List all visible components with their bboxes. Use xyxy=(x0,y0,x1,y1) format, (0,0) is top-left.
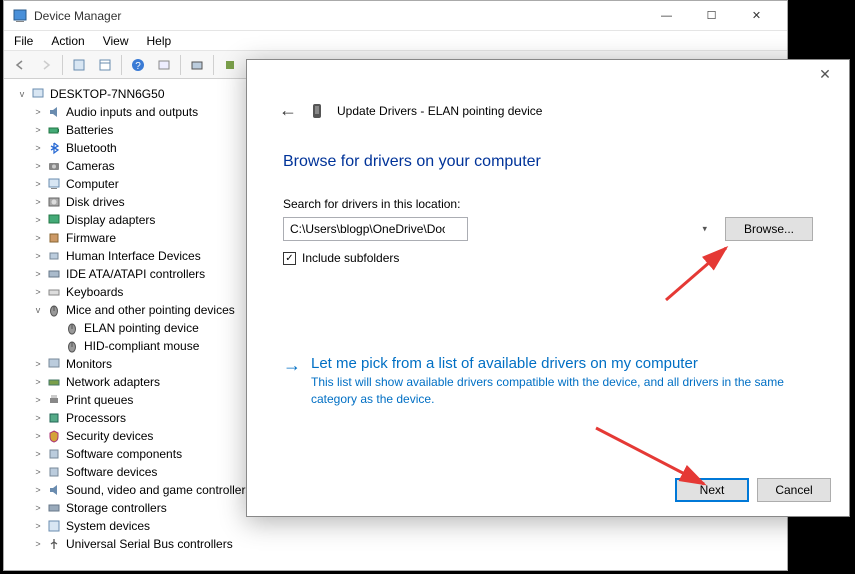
help-icon[interactable]: ? xyxy=(126,54,150,76)
include-subfolders-label: Include subfolders xyxy=(302,251,399,265)
expander-icon[interactable]: > xyxy=(32,430,44,442)
expander-icon[interactable]: > xyxy=(32,160,44,172)
device-category-icon xyxy=(46,176,62,192)
maximize-button[interactable]: ☐ xyxy=(689,2,734,30)
expander-icon[interactable]: v xyxy=(32,304,44,316)
dialog-close-icon[interactable]: ✕ xyxy=(811,66,839,86)
scan-icon[interactable] xyxy=(185,54,209,76)
expander-icon[interactable]: > xyxy=(32,484,44,496)
minimize-button[interactable]: — xyxy=(644,2,689,30)
expander-icon[interactable]: > xyxy=(32,466,44,478)
expander-icon[interactable]: v xyxy=(16,88,28,100)
expander-icon[interactable]: > xyxy=(32,376,44,388)
pick-from-list-link[interactable]: → Let me pick from a list of available d… xyxy=(247,265,849,408)
expander-icon[interactable]: > xyxy=(32,394,44,406)
device-category-icon xyxy=(46,122,62,138)
toolbar-icon[interactable] xyxy=(67,54,91,76)
dropdown-icon[interactable]: ▾ xyxy=(702,224,707,235)
menu-help[interactable]: Help xyxy=(141,32,178,50)
expander-icon[interactable]: > xyxy=(32,178,44,190)
cancel-button[interactable]: Cancel xyxy=(757,478,831,502)
include-subfolders-checkbox[interactable]: ✓ xyxy=(283,252,296,265)
titlebar[interactable]: Device Manager — ☐ ✕ xyxy=(4,1,787,31)
device-category-icon xyxy=(46,212,62,228)
device-category-icon xyxy=(46,410,62,426)
device-category-icon xyxy=(46,464,62,480)
device-category-icon xyxy=(46,230,62,246)
computer-icon xyxy=(30,86,46,102)
menu-file[interactable]: File xyxy=(8,32,39,50)
device-category-icon xyxy=(46,194,62,210)
back-arrow-icon[interactable]: ← xyxy=(279,100,297,121)
app-icon xyxy=(12,8,28,24)
expander-icon[interactable]: > xyxy=(32,286,44,298)
expander-icon[interactable]: > xyxy=(32,520,44,532)
expander-icon[interactable]: > xyxy=(32,502,44,514)
device-icon xyxy=(64,320,80,336)
device-category-icon xyxy=(46,482,62,498)
forward-icon[interactable] xyxy=(34,54,58,76)
expander-icon[interactable]: > xyxy=(32,358,44,370)
expander-icon[interactable]: > xyxy=(32,124,44,136)
expander-icon[interactable]: > xyxy=(32,196,44,208)
device-category-icon xyxy=(46,446,62,462)
expander-icon[interactable]: > xyxy=(32,142,44,154)
device-category-icon xyxy=(46,392,62,408)
device-category-icon xyxy=(46,140,62,156)
arrow-right-icon: → xyxy=(283,356,301,408)
device-category-icon xyxy=(46,266,62,282)
svg-text:?: ? xyxy=(135,61,141,72)
menubar: File Action View Help xyxy=(4,31,787,51)
expander-icon[interactable]: > xyxy=(32,214,44,226)
menu-view[interactable]: View xyxy=(97,32,135,50)
back-icon[interactable] xyxy=(8,54,32,76)
dialog-heading: Browse for drivers on your computer xyxy=(247,121,849,171)
update-icon[interactable] xyxy=(218,54,242,76)
toolbar-icon[interactable] xyxy=(93,54,117,76)
expander-icon[interactable]: > xyxy=(32,538,44,550)
path-input[interactable] xyxy=(283,217,468,241)
search-label: Search for drivers in this location: xyxy=(283,197,813,211)
expander-icon[interactable]: > xyxy=(32,412,44,424)
next-button[interactable]: Next xyxy=(675,478,749,502)
expander-icon[interactable]: > xyxy=(32,268,44,280)
device-category-icon xyxy=(46,536,62,550)
close-button[interactable]: ✕ xyxy=(734,2,779,30)
update-drivers-dialog: ✕ ← Update Drivers - ELAN pointing devic… xyxy=(246,59,850,517)
device-icon xyxy=(64,338,80,354)
expander-icon[interactable]: > xyxy=(32,250,44,262)
expander-icon[interactable]: > xyxy=(32,232,44,244)
device-category-icon xyxy=(46,158,62,174)
tree-item[interactable]: >Universal Serial Bus controllers xyxy=(12,535,779,550)
expander-icon[interactable]: > xyxy=(32,106,44,118)
device-category-icon xyxy=(46,248,62,264)
device-category-icon xyxy=(46,428,62,444)
device-category-icon xyxy=(46,284,62,300)
device-category-icon xyxy=(46,356,62,372)
toolbar-icon[interactable] xyxy=(152,54,176,76)
browse-button[interactable]: Browse... xyxy=(725,217,813,241)
device-category-icon xyxy=(46,374,62,390)
pick-description: This list will show available drivers co… xyxy=(311,374,791,408)
tree-item[interactable]: >System devices xyxy=(12,517,779,535)
device-category-icon xyxy=(46,500,62,516)
pick-title: Let me pick from a list of available dri… xyxy=(311,355,791,372)
dialog-title: Update Drivers - ELAN pointing device xyxy=(337,104,542,118)
expander-icon[interactable]: > xyxy=(32,448,44,460)
device-category-icon xyxy=(46,302,62,318)
window-title: Device Manager xyxy=(34,9,644,23)
device-category-icon xyxy=(46,104,62,120)
device-icon xyxy=(309,102,327,120)
menu-action[interactable]: Action xyxy=(45,32,90,50)
device-category-icon xyxy=(46,518,62,534)
